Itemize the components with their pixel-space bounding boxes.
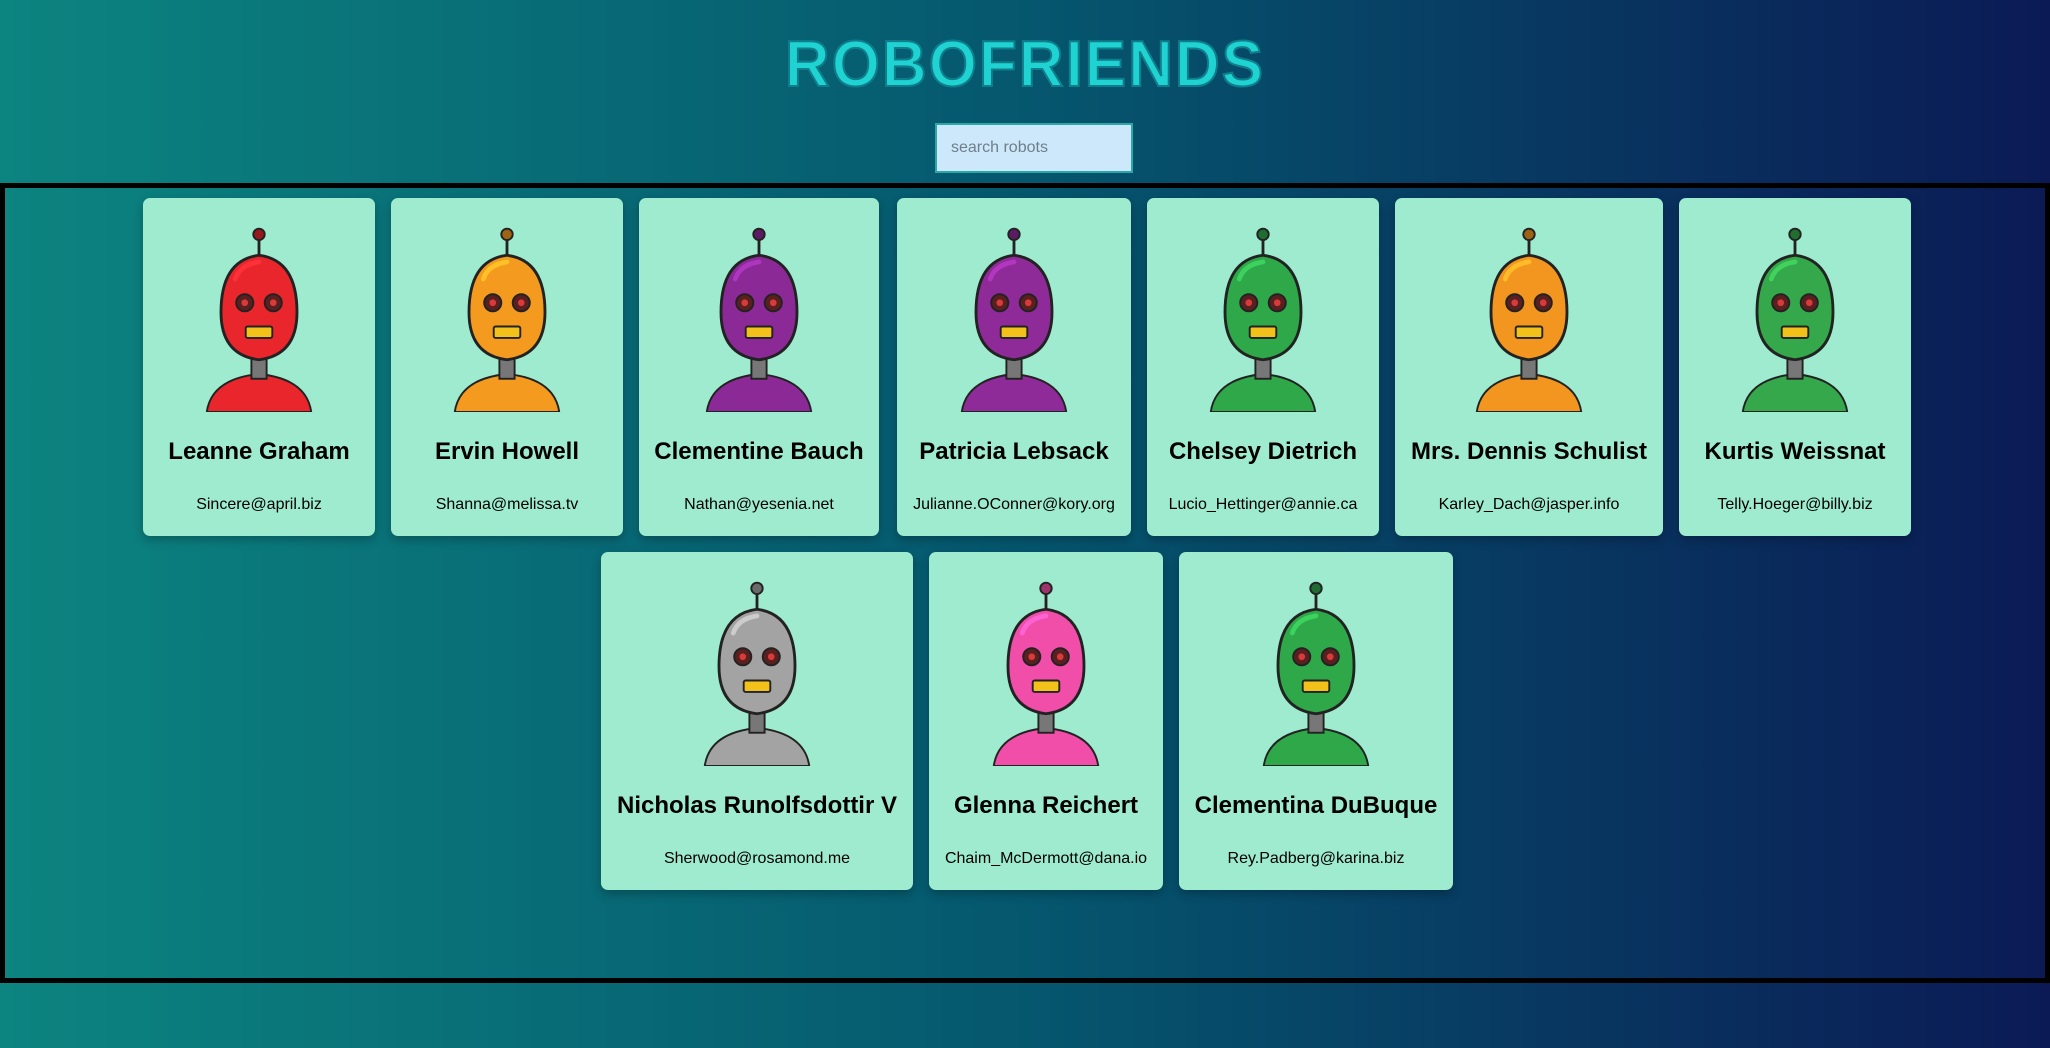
robot-body <box>1741 373 1849 412</box>
robot-head <box>1223 253 1303 362</box>
robot-mouth <box>1301 679 1331 693</box>
app-title: ROBOFRIENDS <box>0 16 2050 112</box>
robot-name: Kurtis Weissnat <box>1704 438 1886 465</box>
robot-antenna <box>252 227 266 241</box>
robot-email: Telly.Hoeger@billy.biz <box>1717 496 1873 513</box>
robot-avatar <box>1475 227 1583 412</box>
robot-card[interactable]: Patricia Lebsack Julianne.OConner@kory.o… <box>897 198 1131 536</box>
robot-antenna <box>1309 581 1323 595</box>
robot-card[interactable]: Glenna Reichert Chaim_McDermott@dana.io <box>929 552 1163 890</box>
robot-antenna <box>500 227 514 241</box>
robot-head <box>1006 607 1086 716</box>
robot-email: Rey.Padberg@karina.biz <box>1227 850 1405 867</box>
robot-name: Leanne Graham <box>168 438 350 465</box>
robot-head <box>1755 253 1835 362</box>
robot-head <box>467 253 547 362</box>
robot-antenna <box>1007 227 1021 241</box>
robot-card[interactable]: Clementine Bauch Nathan@yesenia.net <box>639 198 879 536</box>
robot-email: Karley_Dach@jasper.info <box>1438 496 1620 513</box>
robot-avatar <box>453 227 561 412</box>
robot-mouth <box>999 325 1029 339</box>
robot-avatar <box>1741 227 1849 412</box>
search-input[interactable] <box>935 123 1133 173</box>
robot-avatar <box>1262 581 1370 766</box>
robot-head <box>1489 253 1569 362</box>
robot-body <box>705 373 813 412</box>
robot-avatar <box>992 581 1100 766</box>
robot-name: Nicholas Runolfsdottir V <box>616 792 897 819</box>
robot-mouth <box>742 679 772 693</box>
robot-head <box>219 253 299 362</box>
robot-mouth <box>1514 325 1544 339</box>
robot-email: Julianne.OConner@kory.org <box>913 496 1115 513</box>
robot-name: Ervin Howell <box>434 438 580 465</box>
robot-antenna <box>752 227 766 241</box>
robot-body <box>1209 373 1317 412</box>
robot-antenna <box>1256 227 1270 241</box>
robot-card[interactable]: Leanne Graham Sincere@april.biz <box>143 198 375 536</box>
robot-antenna <box>750 581 764 595</box>
robot-email: Shanna@melissa.tv <box>435 496 579 513</box>
robot-body <box>992 727 1100 766</box>
robot-name: Patricia Lebsack <box>919 438 1109 465</box>
robot-card[interactable]: Ervin Howell Shanna@melissa.tv <box>391 198 623 536</box>
robot-name: Glenna Reichert <box>953 792 1139 819</box>
robot-card[interactable]: Clementina DuBuque Rey.Padberg@karina.bi… <box>1179 552 1453 890</box>
robot-mouth <box>1031 679 1061 693</box>
robot-name: Clementine Bauch <box>654 438 864 465</box>
robot-email: Chaim_McDermott@dana.io <box>944 850 1148 867</box>
robot-email: Nathan@yesenia.net <box>684 496 834 513</box>
robot-card[interactable]: Mrs. Dennis Schulist Karley_Dach@jasper.… <box>1395 198 1663 536</box>
robot-name: Clementina DuBuque <box>1194 792 1438 819</box>
robot-body <box>703 727 811 766</box>
robot-avatar <box>705 227 813 412</box>
robot-body <box>1475 373 1583 412</box>
robot-card[interactable]: Kurtis Weissnat Telly.Hoeger@billy.biz <box>1679 198 1911 536</box>
robot-body <box>453 373 561 412</box>
robot-avatar <box>960 227 1068 412</box>
robot-name: Chelsey Dietrich <box>1168 438 1358 465</box>
robot-head <box>1276 607 1356 716</box>
robot-antenna <box>1039 581 1053 595</box>
robot-mouth <box>244 325 274 339</box>
robot-mouth <box>1248 325 1278 339</box>
robot-card[interactable]: Nicholas Runolfsdottir V Sherwood@rosamo… <box>601 552 913 890</box>
robot-email: Sincere@april.biz <box>196 496 322 513</box>
robot-head <box>719 253 799 362</box>
robot-email: Lucio_Hettinger@annie.ca <box>1168 496 1358 513</box>
robot-mouth <box>492 325 522 339</box>
robot-list-scroll-area[interactable]: Leanne Graham Sincere@april.biz Ervin Ho… <box>0 183 2050 983</box>
robot-mouth <box>744 325 774 339</box>
robot-avatar <box>703 581 811 766</box>
robot-card[interactable]: Chelsey Dietrich Lucio_Hettinger@annie.c… <box>1147 198 1379 536</box>
app-title-text: ROBOFRIENDS <box>784 27 1266 102</box>
robot-head <box>717 607 797 716</box>
robot-name: Mrs. Dennis Schulist <box>1410 438 1648 465</box>
robot-avatar <box>205 227 313 412</box>
robot-mouth <box>1780 325 1810 339</box>
robot-body <box>1262 727 1370 766</box>
robot-body <box>960 373 1068 412</box>
search-box <box>935 123 1133 173</box>
robot-head <box>974 253 1054 362</box>
robot-antenna <box>1788 227 1802 241</box>
robot-antenna <box>1522 227 1536 241</box>
robot-email: Sherwood@rosamond.me <box>663 850 851 867</box>
robot-body <box>205 373 313 412</box>
robot-avatar <box>1209 227 1317 412</box>
